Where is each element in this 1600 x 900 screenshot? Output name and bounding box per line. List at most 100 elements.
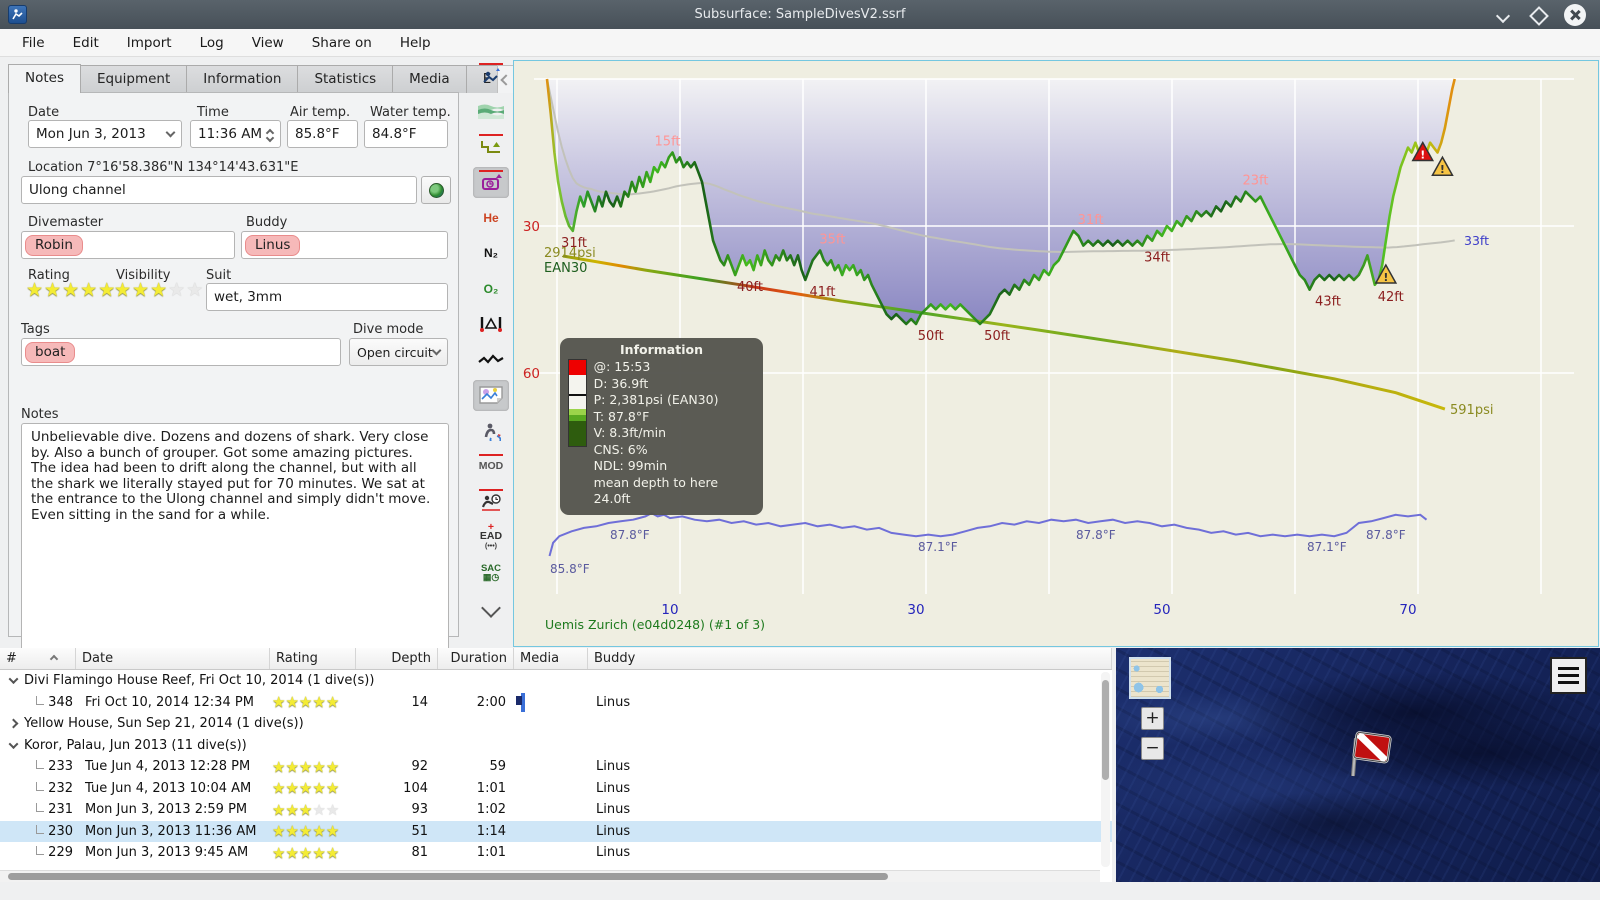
minimize-icon[interactable]: [1496, 7, 1512, 23]
map-menu-button[interactable]: [1550, 657, 1587, 694]
menu-view[interactable]: View: [238, 31, 298, 55]
svg-text:85.8°F: 85.8°F: [550, 562, 590, 576]
hamburger-icon: [1558, 667, 1579, 670]
media-photo-icon[interactable]: [521, 692, 525, 712]
dive-duration: 1:01: [476, 780, 506, 796]
star-icon: ★: [132, 279, 151, 301]
menu-share-on[interactable]: Share on: [298, 31, 386, 55]
profile-infobox: Information @: 15:53 D: 36.9ft P: 2,381ps…: [560, 338, 763, 515]
column-header-num[interactable]: #: [0, 648, 76, 669]
dive-row[interactable]: 230 Mon Jun 3, 2013 11:36 AM ★★★★★ 51 1:14 Li…: [0, 820, 1112, 842]
column-header-buddy[interactable]: Buddy: [588, 648, 1112, 669]
expander-closed-icon[interactable]: [8, 718, 19, 729]
dive-row[interactable]: 233 Tue Jun 4, 2013 12:28 PM ★★★★★ 92 59 Linu…: [0, 756, 1112, 778]
suit-input[interactable]: wet, 3mm: [206, 283, 448, 311]
water-type-icon[interactable]: [473, 96, 509, 127]
helium-toggle[interactable]: He: [473, 202, 509, 233]
tag-chip[interactable]: boat: [25, 341, 76, 363]
column-header-date[interactable]: Date: [76, 648, 270, 669]
mod-icon[interactable]: MOD: [473, 451, 509, 482]
notes-form: Date Time Air temp. Water temp. Mon Jun …: [8, 92, 459, 660]
trip-row[interactable]: Divi Flamingo House Reef, Fri Oct 10, 20…: [0, 670, 1112, 692]
map-zoom-out-button[interactable]: −: [1141, 737, 1164, 760]
menu-import[interactable]: Import: [113, 31, 186, 55]
map-zoom-in-button[interactable]: +: [1141, 707, 1164, 730]
divemode-select[interactable]: Open circuit: [349, 338, 448, 366]
dive-list-horizontal-scrollbar[interactable]: [0, 870, 1100, 882]
menubar: File Edit Import Log View Share on Help: [0, 29, 1600, 57]
star-icon: ★: [325, 693, 340, 712]
column-header-rating[interactable]: Rating: [270, 648, 356, 669]
tab-information[interactable]: Information: [186, 65, 299, 93]
photos-icon[interactable]: [473, 379, 509, 411]
sac-diver-icon[interactable]: [473, 415, 509, 446]
buddy-input[interactable]: Linus: [241, 231, 448, 259]
oxygen-toggle[interactable]: O₂: [473, 273, 509, 304]
date-field[interactable]: Mon Jun 3, 2013: [28, 120, 182, 148]
expander-open-icon[interactable]: [8, 738, 19, 749]
close-icon[interactable]: [1564, 3, 1586, 26]
ead-end-icon[interactable]: + EAD (•••): [473, 522, 509, 553]
location-input[interactable]: Ulong channel: [21, 176, 417, 204]
dive-row[interactable]: 231 Mon Jun 3, 2013 2:59 PM ★★★★★ 93 1:02 Lin…: [0, 799, 1112, 821]
dive-list: # Date Rating Depth Duration Media Buddy Divi …: [0, 648, 1112, 882]
star-icon: ★: [325, 757, 340, 776]
map-overview-thumbnail[interactable]: [1129, 657, 1171, 699]
svg-text:23ft: 23ft: [1242, 174, 1268, 189]
tab-equipment[interactable]: Equipment: [80, 65, 188, 93]
expander-open-icon[interactable]: [8, 674, 19, 685]
tank-bar-icon[interactable]: [473, 309, 509, 340]
menu-help[interactable]: Help: [386, 31, 445, 55]
time-spinner[interactable]: [265, 127, 275, 143]
dive-row[interactable]: 232 Tue Jun 4, 2013 10:04 AM ★★★★★ 104 1:01 L…: [0, 778, 1112, 800]
buddy-chip[interactable]: Linus: [245, 234, 301, 256]
dive-profile-panel[interactable]: 10 30 50 70 30 60 31ft 40ft 41ft 50ft 50ft 34ft 43ft…: [513, 60, 1599, 647]
sac-rate-icon[interactable]: SAC ▦◷: [473, 557, 509, 588]
calculated-ceiling-icon[interactable]: [473, 131, 509, 162]
tags-label: Tags: [21, 322, 50, 337]
toolbar-scroll-down-icon[interactable]: [481, 597, 501, 618]
tab-statistics[interactable]: Statistics: [297, 65, 394, 93]
svg-text:87.8°F: 87.8°F: [610, 528, 650, 542]
dive-number: 229: [48, 845, 73, 861]
dc-reported-ceiling-icon[interactable]: [473, 166, 509, 198]
rating-stars[interactable]: ★★★★★: [26, 279, 116, 301]
menu-file[interactable]: File: [8, 31, 59, 55]
dive-events-icon[interactable]: [473, 60, 509, 91]
dive-row[interactable]: 348 Fri Oct 10, 2014 12:34 PM ★★★★★ 14 2:00 L…: [0, 692, 1112, 714]
star-icon: ★: [285, 822, 299, 841]
tab-notes[interactable]: Notes: [8, 64, 81, 93]
dive-buddy: Linus: [596, 780, 631, 796]
column-header-duration[interactable]: Duration: [438, 648, 514, 669]
nitrogen-toggle[interactable]: N₂: [473, 238, 509, 269]
column-header-media[interactable]: Media: [514, 648, 588, 669]
tab-media[interactable]: Media: [392, 65, 467, 93]
star-icon: ★: [298, 843, 313, 862]
watertemp-field[interactable]: 84.8°F: [364, 120, 448, 148]
divemaster-chip[interactable]: Robin: [25, 234, 83, 256]
menu-log[interactable]: Log: [186, 31, 238, 55]
star-icon: ★: [272, 843, 286, 862]
ndl-tts-icon[interactable]: [473, 486, 509, 517]
tree-elbow-icon: [36, 760, 45, 770]
divemaster-input[interactable]: Robin: [21, 231, 235, 259]
svg-text:30: 30: [523, 219, 540, 235]
trip-row[interactable]: Koror, Palau, Jun 2013 (11 dive(s)): [0, 735, 1112, 757]
tags-input[interactable]: boat: [21, 338, 341, 366]
map-pane[interactable]: + −: [1116, 648, 1600, 882]
dive-number: 348: [48, 694, 73, 710]
star-icon: ★: [62, 279, 81, 301]
notes-textarea[interactable]: Unbelievable dive. Dozens and dozens of …: [21, 423, 449, 660]
visibility-stars[interactable]: ★★★★★: [114, 279, 204, 301]
trip-row[interactable]: Yellow House, Sun Sep 21, 2014 (1 dive(s…: [0, 713, 1112, 735]
dive-site-flag-marker[interactable]: [1344, 724, 1398, 782]
airtemp-field[interactable]: 85.8°F: [287, 120, 358, 148]
menu-edit[interactable]: Edit: [59, 31, 113, 55]
dive-list-vertical-scrollbar[interactable]: [1101, 672, 1110, 867]
maximize-icon[interactable]: [1530, 7, 1546, 23]
dive-row[interactable]: 229 Mon Jun 3, 2013 9:45 AM ★★★★★ 81 1:01 Lin…: [0, 842, 1112, 864]
time-field[interactable]: 11:36 AM: [190, 120, 281, 148]
column-header-depth[interactable]: Depth: [356, 648, 438, 669]
location-globe-button[interactable]: [421, 176, 451, 204]
heart-rate-icon[interactable]: [473, 344, 509, 375]
